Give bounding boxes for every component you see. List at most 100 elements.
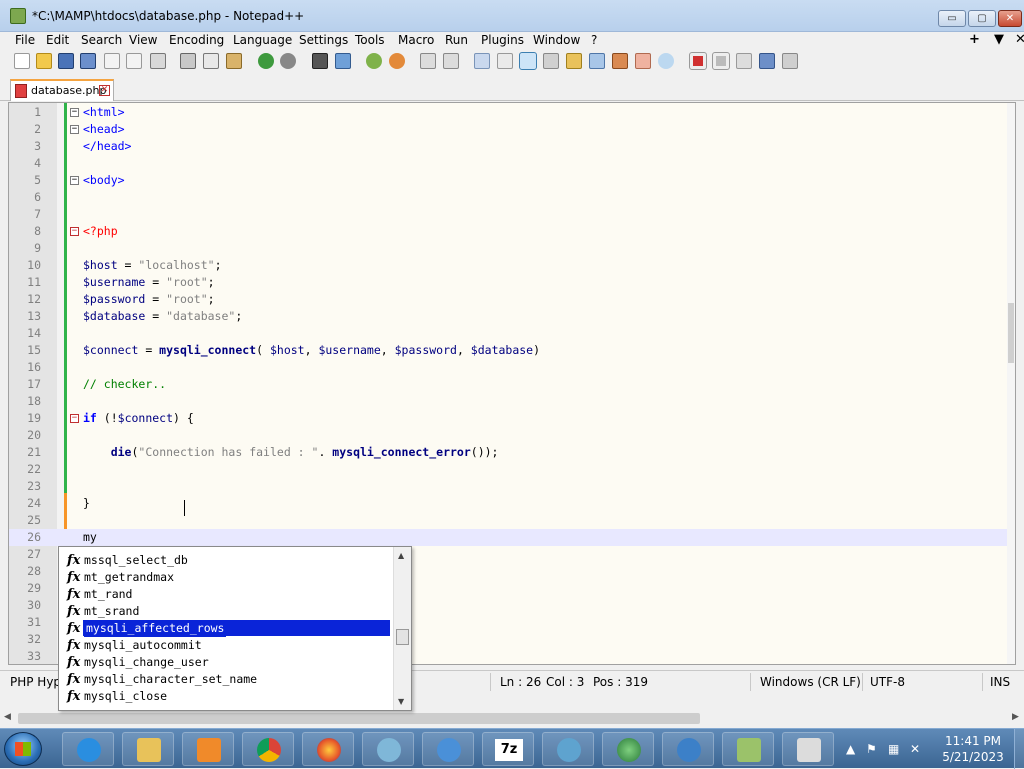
function-list-icon[interactable] bbox=[589, 53, 605, 69]
code-line[interactable]: 25 bbox=[9, 512, 1015, 529]
code-line[interactable]: 20 bbox=[9, 427, 1015, 444]
code-line[interactable]: 21 die("Connection has failed : ". mysql… bbox=[9, 444, 1015, 461]
volume-muted-icon[interactable]: ✕ bbox=[910, 742, 920, 756]
undo-icon[interactable] bbox=[258, 53, 274, 69]
editor-horizontal-scrollbar[interactable]: ◀ ▶ bbox=[0, 710, 1024, 727]
tab-database-php[interactable]: database.php ✕ bbox=[10, 79, 114, 101]
start-button[interactable] bbox=[4, 732, 42, 766]
paste-icon[interactable] bbox=[226, 53, 242, 69]
cut-icon[interactable] bbox=[180, 53, 196, 69]
menu-help[interactable]: ? bbox=[591, 33, 597, 47]
stop-macro-icon[interactable] bbox=[712, 52, 730, 70]
save-icon[interactable] bbox=[58, 53, 74, 69]
autocomplete-scroll-thumb[interactable] bbox=[396, 629, 409, 645]
system-clock[interactable]: 11:41 PM 5/21/2023 bbox=[938, 733, 1008, 765]
run-macro-multiple-icon[interactable] bbox=[759, 53, 775, 69]
autocomplete-item-selected[interactable]: fx mysqli_affected_rows bbox=[59, 620, 391, 637]
menu-language[interactable]: Language bbox=[233, 33, 292, 47]
code-line[interactable]: 12 $password = "root"; bbox=[9, 291, 1015, 308]
code-line[interactable]: 16 bbox=[9, 359, 1015, 376]
close-icon[interactable] bbox=[104, 53, 120, 69]
menu-plugins[interactable]: Plugins bbox=[481, 33, 524, 47]
fold-toggle-icon[interactable]: − bbox=[70, 176, 79, 185]
code-line[interactable]: 19 − if (!$connect) { bbox=[9, 410, 1015, 427]
find-icon[interactable] bbox=[312, 53, 328, 69]
taskbar-app-globe-shield[interactable] bbox=[662, 732, 714, 766]
save-all-icon[interactable] bbox=[80, 53, 96, 69]
code-line[interactable]: 24} bbox=[9, 495, 1015, 512]
scroll-right-arrow-icon[interactable]: ▶ bbox=[1012, 712, 1019, 722]
indent-guide-icon[interactable] bbox=[519, 52, 537, 70]
folder-as-workspace-icon[interactable] bbox=[612, 53, 628, 69]
code-line[interactable]: 13 $database = "database"; bbox=[9, 308, 1015, 325]
play-macro-icon[interactable] bbox=[736, 53, 752, 69]
action-center-flag-icon[interactable]: ⚑ bbox=[866, 742, 877, 756]
taskbar-app-network[interactable] bbox=[602, 732, 654, 766]
tab-list-dropdown-button[interactable]: ▼ bbox=[994, 32, 1004, 47]
code-line[interactable]: 8 − <?php bbox=[9, 223, 1015, 240]
close-all-icon[interactable] bbox=[126, 53, 142, 69]
scroll-up-arrow-icon[interactable]: ▲ bbox=[398, 551, 404, 560]
menu-settings[interactable]: Settings bbox=[299, 33, 348, 47]
autocomplete-item[interactable]: fx mt_srand bbox=[59, 603, 391, 620]
fold-toggle-icon[interactable]: − bbox=[70, 108, 79, 117]
code-line[interactable]: 9 bbox=[9, 240, 1015, 257]
code-line[interactable]: 2 − <head> bbox=[9, 121, 1015, 138]
menu-tools[interactable]: Tools bbox=[355, 33, 385, 47]
taskbar-app-7zip[interactable]: 7z bbox=[482, 732, 534, 766]
network-icon[interactable]: ▦ bbox=[888, 742, 899, 756]
code-line[interactable]: 18 bbox=[9, 393, 1015, 410]
taskbar-app-firefox[interactable] bbox=[302, 732, 354, 766]
fold-toggle-icon[interactable]: − bbox=[70, 227, 79, 236]
taskbar-app-ie[interactable] bbox=[62, 732, 114, 766]
replace-icon[interactable] bbox=[335, 53, 351, 69]
code-line[interactable]: 17 // checker.. bbox=[9, 376, 1015, 393]
scroll-down-arrow-icon[interactable]: ▼ bbox=[398, 697, 404, 706]
menu-view[interactable]: View bbox=[129, 33, 157, 47]
autocomplete-item[interactable]: fx mt_getrandmax bbox=[59, 569, 391, 586]
minimize-button[interactable]: ▭ bbox=[938, 10, 966, 27]
sync-horizontal-icon[interactable] bbox=[443, 53, 459, 69]
print-icon[interactable] bbox=[150, 53, 166, 69]
code-line[interactable]: 7 bbox=[9, 206, 1015, 223]
sync-vertical-icon[interactable] bbox=[420, 53, 436, 69]
code-line[interactable]: 11 $username = "root"; bbox=[9, 274, 1015, 291]
autocomplete-item[interactable]: fx mysqli_character_set_name bbox=[59, 671, 391, 688]
new-tab-plus-button[interactable]: + bbox=[969, 32, 980, 47]
close-all-panels-icon[interactable] bbox=[635, 53, 651, 69]
taskbar-app-chrome[interactable] bbox=[242, 732, 294, 766]
menu-edit[interactable]: Edit bbox=[46, 33, 69, 47]
autocomplete-popup[interactable]: fx mssql_select_db fx mt_getrandmax fx mt_ran… bbox=[58, 546, 412, 711]
zoom-out-icon[interactable] bbox=[389, 53, 405, 69]
taskbar-app-notepadpp[interactable] bbox=[722, 732, 774, 766]
show-desktop-button[interactable] bbox=[1014, 729, 1024, 769]
menu-macro[interactable]: Macro bbox=[398, 33, 434, 47]
show-all-chars-icon[interactable] bbox=[497, 53, 513, 69]
taskbar-app-explorer[interactable] bbox=[122, 732, 174, 766]
code-line[interactable]: 22 bbox=[9, 461, 1015, 478]
copy-icon[interactable] bbox=[203, 53, 219, 69]
user-language-icon[interactable] bbox=[543, 53, 559, 69]
menu-search[interactable]: Search bbox=[81, 33, 122, 47]
document-map-icon[interactable] bbox=[566, 53, 582, 69]
code-line[interactable]: 15 $connect = mysqli_connect( $host, $use… bbox=[9, 342, 1015, 359]
autocomplete-item[interactable]: fx mysqli_autocommit bbox=[59, 637, 391, 654]
zoom-in-icon[interactable] bbox=[366, 53, 382, 69]
code-line[interactable]: 10 $host = "localhost"; bbox=[9, 257, 1015, 274]
editor-vertical-scrollbar[interactable] bbox=[1007, 103, 1015, 664]
autocomplete-item[interactable]: fx mysqli_close bbox=[59, 688, 391, 705]
save-macro-icon[interactable] bbox=[782, 53, 798, 69]
record-macro-icon[interactable] bbox=[689, 52, 707, 70]
code-line[interactable]: 6 bbox=[9, 189, 1015, 206]
menu-run[interactable]: Run bbox=[445, 33, 468, 47]
redo-icon[interactable] bbox=[280, 53, 296, 69]
taskbar-app-update[interactable] bbox=[422, 732, 474, 766]
menu-file[interactable]: File bbox=[15, 33, 35, 47]
scrollbar-thumb[interactable] bbox=[1008, 303, 1014, 363]
autocomplete-item[interactable]: fx mssql_select_db bbox=[59, 552, 391, 569]
fold-toggle-icon[interactable]: − bbox=[70, 125, 79, 134]
taskbar-app-mysql[interactable] bbox=[362, 732, 414, 766]
new-file-icon[interactable] bbox=[14, 53, 30, 69]
code-line[interactable]: 5 − <body> bbox=[9, 172, 1015, 189]
code-line[interactable]: 4 bbox=[9, 155, 1015, 172]
